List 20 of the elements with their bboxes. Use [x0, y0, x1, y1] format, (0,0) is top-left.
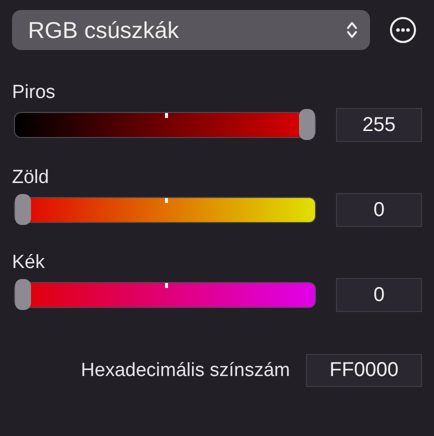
slider-thumb[interactable] — [299, 109, 315, 140]
slider-thumb[interactable] — [15, 279, 31, 310]
midpoint-tick — [165, 113, 168, 118]
channel-label: Zöld — [12, 167, 50, 189]
slider-track[interactable] — [14, 282, 316, 308]
slider-track[interactable] — [14, 112, 316, 138]
chevron-updown-icon — [346, 20, 358, 40]
hex-field[interactable]: FF0000 — [306, 354, 422, 387]
channel-label: Kék — [12, 252, 46, 274]
midpoint-tick — [165, 283, 168, 288]
slider-track[interactable] — [14, 197, 316, 223]
mode-dropdown[interactable]: RGB csúszkák — [12, 10, 370, 50]
slider-thumb[interactable] — [15, 194, 31, 225]
channel-label: Piros — [12, 82, 56, 104]
midpoint-tick — [165, 198, 168, 203]
hex-label: Hexadecimális színszám — [80, 360, 290, 382]
value-field[interactable]: 255 — [336, 108, 422, 142]
more-options-icon[interactable] — [389, 16, 417, 44]
value-field[interactable]: 0 — [336, 278, 422, 312]
value-field[interactable]: 0 — [336, 193, 422, 227]
